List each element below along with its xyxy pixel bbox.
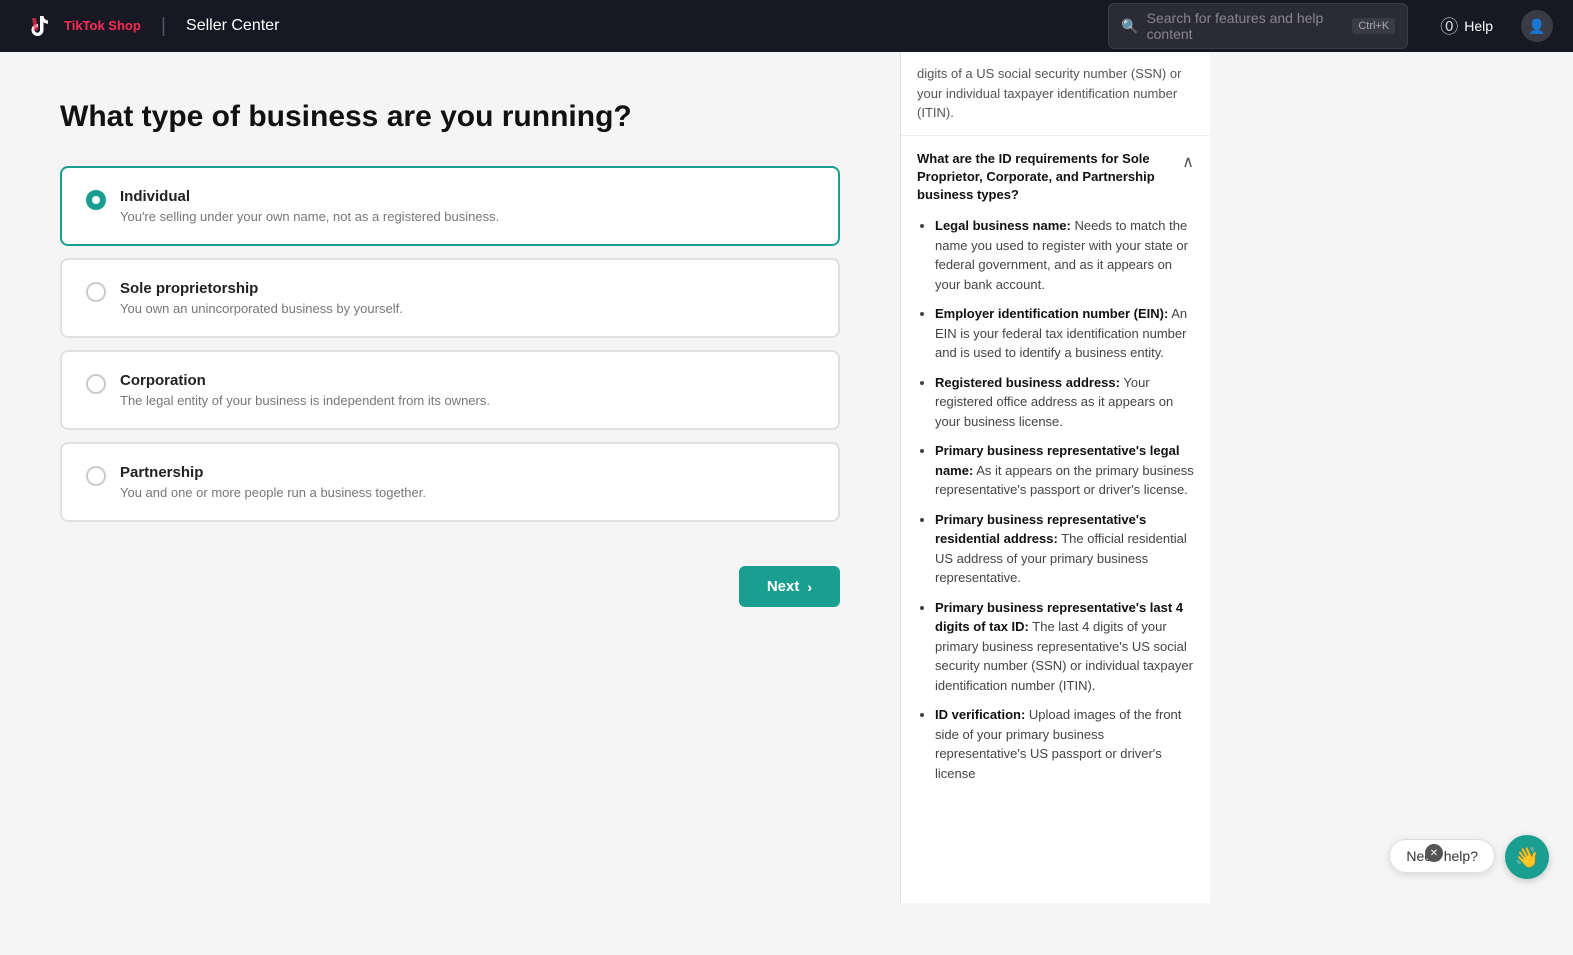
search-bar[interactable]: 🔍 Search for features and help content C… (1108, 3, 1408, 49)
next-row: Next › (60, 542, 840, 607)
chevron-up-icon: ∧ (1182, 152, 1194, 172)
tiktok-shop-icon (20, 8, 56, 44)
user-avatar[interactable]: 👤 (1521, 10, 1553, 42)
help-button[interactable]: ⓪ Help (1440, 13, 1493, 39)
chat-close-button[interactable]: ✕ (1425, 844, 1443, 862)
list-item-address-label: Registered business address: (935, 375, 1120, 390)
chat-wave-icon: 👋 (1515, 845, 1540, 870)
list-item-legal-name-label: Legal business name: (935, 218, 1071, 233)
seller-center-label: Seller Center (186, 17, 279, 35)
list-item-rep-taxid: Primary business representative's last 4… (935, 598, 1194, 696)
next-button-label: Next (767, 578, 800, 595)
business-type-options: Individual You're selling under your own… (60, 166, 840, 522)
logo[interactable]: TikTok Shop (20, 8, 141, 44)
option-individual-title: Individual (120, 188, 499, 205)
option-corp-title: Corporation (120, 372, 490, 389)
radio-corporation (86, 374, 106, 394)
panel-requirements-list: Legal business name: Needs to match the … (917, 216, 1194, 783)
list-item-ein: Employer identification number (EIN): An… (935, 304, 1194, 363)
option-partner-desc: You and one or more people run a busines… (120, 485, 426, 500)
page-title: What type of business are you running? (60, 100, 840, 134)
option-corp-desc: The legal entity of your business is ind… (120, 393, 490, 408)
list-item-id-verification: ID verification: Upload images of the fr… (935, 705, 1194, 783)
option-sole-title: Sole proprietorship (120, 280, 403, 297)
option-sole-proprietorship[interactable]: Sole proprietorship You own an unincorpo… (60, 258, 840, 338)
option-corporation[interactable]: Corporation The legal entity of your bus… (60, 350, 840, 430)
search-icon: 🔍 (1121, 18, 1138, 35)
search-shortcut: Ctrl+K (1352, 18, 1395, 34)
radio-sole-proprietorship (86, 282, 106, 302)
chat-open-button[interactable]: 👋 (1505, 835, 1549, 879)
panel-section-header[interactable]: What are the ID requirements for Sole Pr… (917, 150, 1194, 205)
search-placeholder: Search for features and help content (1147, 10, 1345, 42)
faded-text-content: digits of a US social security number (S… (917, 66, 1181, 120)
header: TikTok Shop | Seller Center 🔍 Search for… (0, 0, 1573, 52)
right-panel: digits of a US social security number (S… (900, 52, 1210, 903)
help-label: Help (1464, 18, 1493, 34)
list-item-ein-label: Employer identification number (EIN): (935, 306, 1168, 321)
option-partner-title: Partnership (120, 464, 426, 481)
avatar-icon: 👤 (1528, 18, 1545, 35)
radio-individual (86, 190, 106, 210)
option-partnership[interactable]: Partnership You and one or more people r… (60, 442, 840, 522)
left-content: What type of business are you running? I… (0, 52, 900, 903)
header-divider: | (161, 15, 166, 38)
next-arrow-icon: › (807, 579, 812, 595)
option-individual[interactable]: Individual You're selling under your own… (60, 166, 840, 246)
help-circle-icon: ⓪ (1440, 13, 1458, 39)
chat-bubble: Need help? ✕ 👋 (1389, 835, 1549, 879)
list-item-id-verification-label: ID verification: (935, 707, 1025, 722)
chat-label-container: Need help? ✕ (1389, 848, 1495, 866)
list-item-legal-name: Legal business name: Needs to match the … (935, 216, 1194, 294)
panel-faded-text: digits of a US social security number (S… (901, 52, 1210, 136)
list-item-rep-name: Primary business representative's legal … (935, 441, 1194, 500)
list-item-rep-name-text: As it appears on the primary business re… (935, 463, 1194, 498)
panel-section-id-requirements: What are the ID requirements for Sole Pr… (901, 136, 1210, 808)
option-individual-desc: You're selling under your own name, not … (120, 209, 499, 224)
app-name-label: TikTok Shop (64, 19, 141, 33)
radio-partnership (86, 466, 106, 486)
list-item-rep-address: Primary business representative's reside… (935, 510, 1194, 588)
main-container: What type of business are you running? I… (0, 52, 1573, 903)
list-item-address: Registered business address: Your regist… (935, 373, 1194, 432)
option-sole-desc: You own an unincorporated business by yo… (120, 301, 403, 316)
panel-section-title: What are the ID requirements for Sole Pr… (917, 150, 1174, 205)
next-button[interactable]: Next › (739, 566, 840, 607)
